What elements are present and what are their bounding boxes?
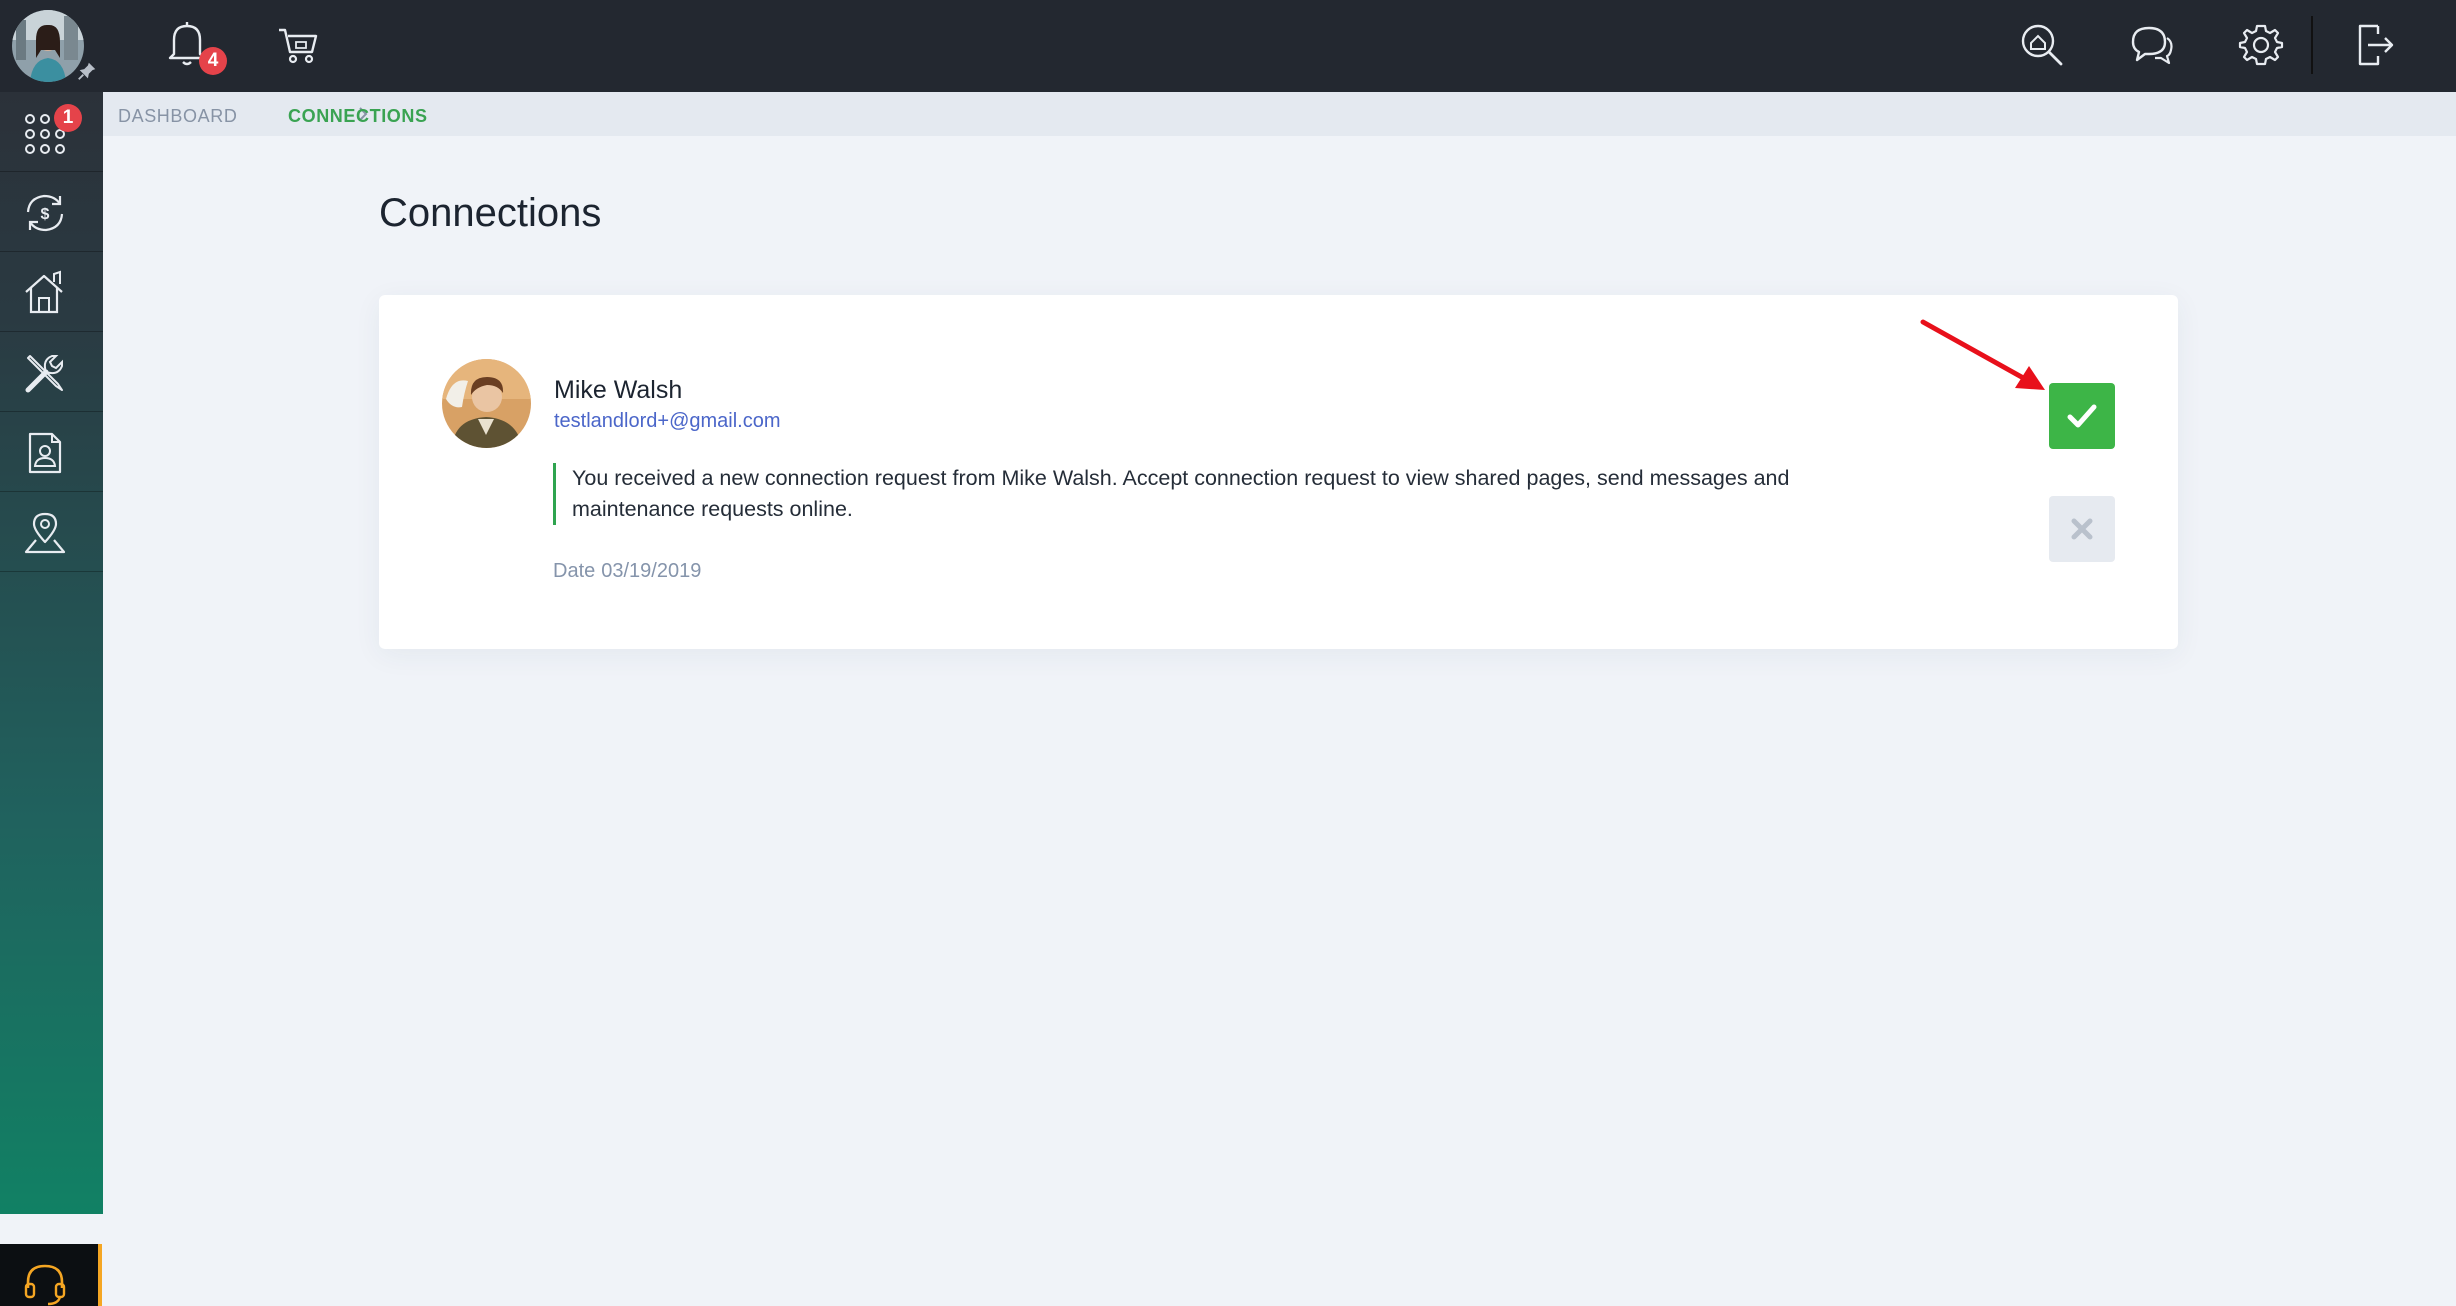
breadcrumb-dashboard[interactable]: DASHBOARD <box>118 106 237 127</box>
tools-icon <box>25 355 63 393</box>
connection-request-card: Mike Walsh testlandlord+@gmail.com You r… <box>379 295 2178 649</box>
search-home-icon[interactable] <box>2017 18 2067 72</box>
requester-name: Mike Walsh <box>554 376 683 404</box>
breadcrumb-connections: CONNECTIONS <box>288 106 428 126</box>
property-house-icon <box>25 270 63 314</box>
decline-button[interactable] <box>2049 496 2115 562</box>
check-icon <box>2067 404 2097 428</box>
sidebar-item-properties[interactable] <box>0 252 103 332</box>
user-avatar[interactable] <box>12 10 84 82</box>
request-date-label: Date <box>553 560 596 582</box>
request-message: You received a new connection request fr… <box>553 463 1902 525</box>
apps-badge: 1 <box>54 104 82 132</box>
breadcrumb: DASHBOARD CONNECTIONS <box>103 92 2456 136</box>
sidebar: 1 $ <box>0 92 103 1306</box>
request-date: Date 03/19/2019 <box>553 560 701 583</box>
sidebar-item-payments[interactable]: $ <box>0 172 103 252</box>
pin-icon[interactable] <box>76 60 98 82</box>
gear-icon[interactable] <box>2236 18 2286 72</box>
chat-icon[interactable] <box>2127 18 2177 72</box>
support-button[interactable] <box>0 1244 102 1306</box>
svg-text:$: $ <box>41 206 50 223</box>
logout-icon[interactable] <box>2350 18 2400 72</box>
requester-avatar <box>442 359 531 448</box>
sidebar-item-locations[interactable] <box>0 492 103 572</box>
sidebar-item-maintenance[interactable] <box>0 332 103 412</box>
headset-icon <box>24 1264 66 1306</box>
money-cycle-icon: $ <box>26 194 64 232</box>
map-pin-icon <box>24 512 66 554</box>
notifications-badge: 4 <box>199 47 227 75</box>
requester-email[interactable]: testlandlord+@gmail.com <box>554 410 781 433</box>
annotation-arrow <box>1920 319 2045 390</box>
close-icon <box>2071 518 2093 540</box>
accept-button[interactable] <box>2049 383 2115 449</box>
contact-document-icon <box>28 432 62 474</box>
sidebar-item-contacts[interactable] <box>0 412 103 492</box>
top-bar: 4 <box>0 0 2456 92</box>
page-title: Connections <box>379 191 602 235</box>
toolbar-divider <box>2311 16 2313 74</box>
cart-icon[interactable] <box>274 18 324 72</box>
request-date-value: 03/19/2019 <box>601 560 702 582</box>
sidebar-item-apps[interactable]: 1 <box>0 92 103 172</box>
